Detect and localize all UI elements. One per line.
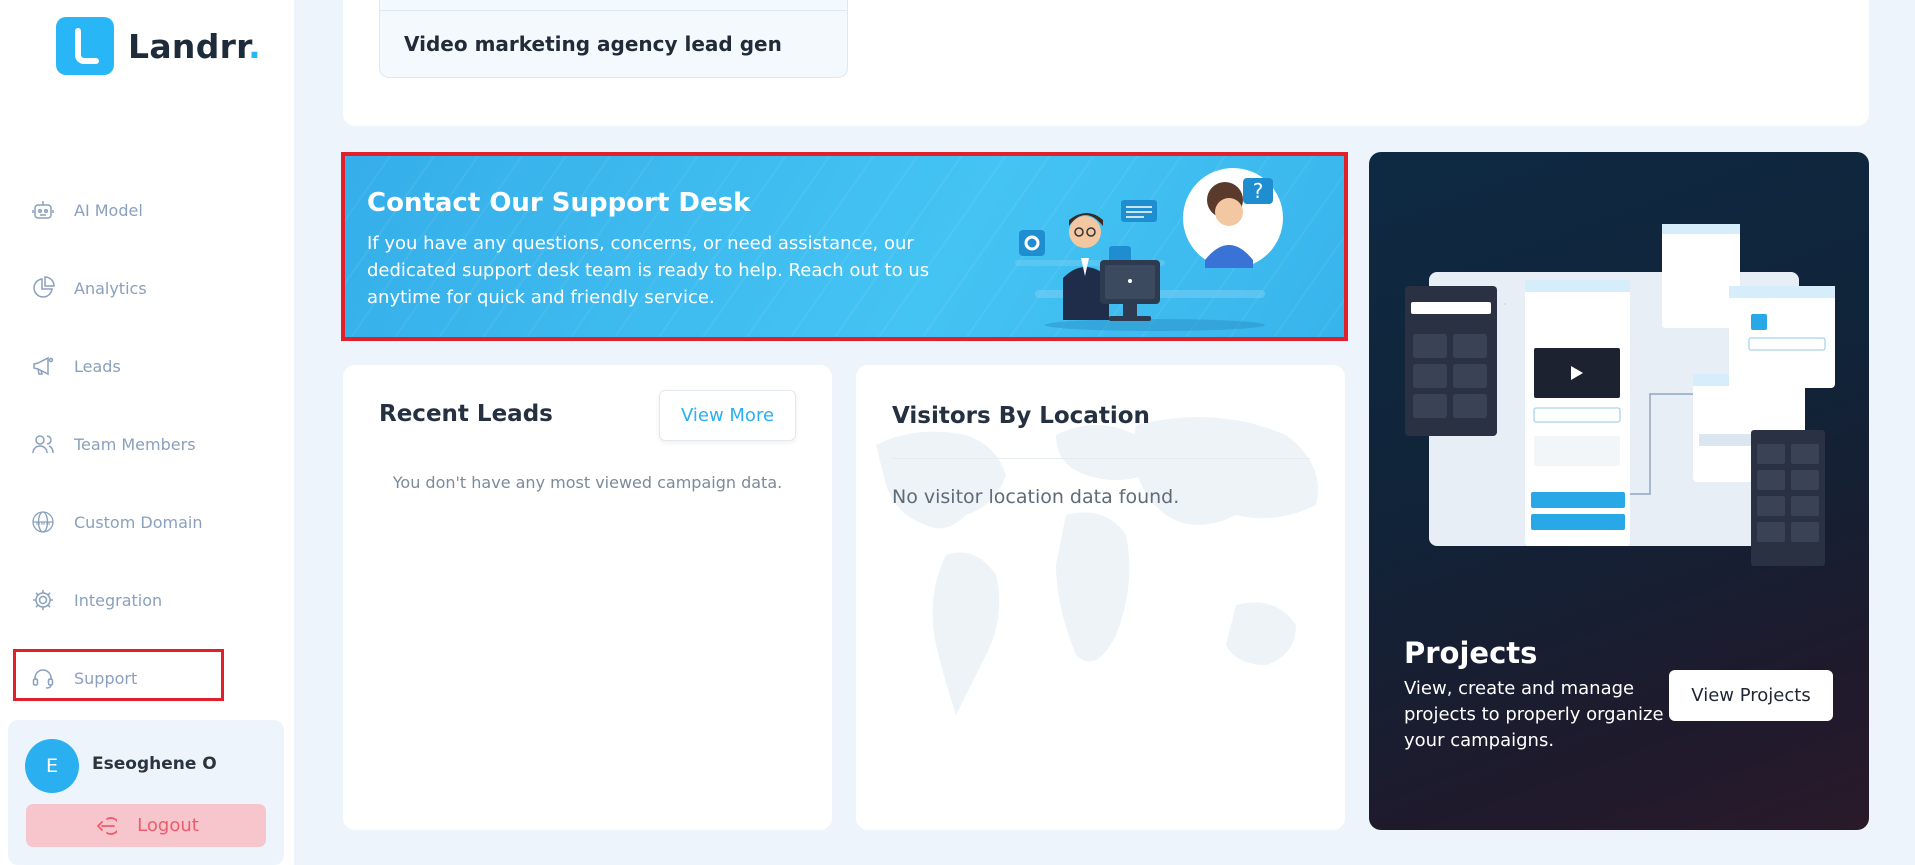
support-highlight <box>13 649 224 701</box>
view-projects-button[interactable]: View Projects <box>1669 670 1833 721</box>
projects-text: View, create and manage projects to prop… <box>1404 678 1664 751</box>
logout-icon <box>97 816 118 835</box>
logout-button[interactable]: Logout <box>26 804 266 847</box>
pie-chart-icon <box>30 275 56 301</box>
sidebar-item-label: AI Model <box>74 200 143 220</box>
workflow-builder-illustration <box>1405 224 1835 566</box>
sidebar-item-analytics[interactable]: Analytics <box>30 270 260 306</box>
megaphone-icon <box>30 353 56 379</box>
user-card: E Eseoghene O Logout <box>8 720 284 865</box>
avatar[interactable]: E <box>25 739 79 793</box>
support-banner[interactable]: Contact Our Support Desk If you have any… <box>341 152 1348 341</box>
sidebar-item-integration[interactable]: Integration <box>30 582 260 618</box>
campaign-title: Video marketing agency lead gen <box>404 32 782 56</box>
sidebar-item-custom-domain[interactable]: www Custom Domain <box>30 504 260 540</box>
sidebar: Landrr. AI Model Analytics Leads Team Me… <box>0 0 294 865</box>
robot-icon <box>30 197 56 223</box>
banner-text: If you have any questions, concerns, or … <box>367 233 930 308</box>
projects-card: Projects View, create and manage project… <box>1369 152 1869 830</box>
sidebar-item-leads[interactable]: Leads <box>30 348 260 384</box>
svg-text:www: www <box>36 520 51 527</box>
visitors-title: Visitors By Location <box>892 403 1150 429</box>
sidebar-item-label: Custom Domain <box>74 512 203 532</box>
brand-name: Landrr. <box>128 26 261 66</box>
visitors-by-location-panel: Visitors By Location No visitor location… <box>856 365 1345 830</box>
projects-title: Projects <box>1404 636 1538 670</box>
sidebar-item-team-members[interactable]: Team Members <box>30 426 260 462</box>
visitors-empty-text: No visitor location data found. <box>892 486 1180 508</box>
users-icon <box>30 431 56 457</box>
recent-leads-title: Recent Leads <box>379 401 553 427</box>
sidebar-item-ai-model[interactable]: AI Model <box>30 192 260 228</box>
world-map-background <box>876 417 1318 715</box>
banner-title: Contact Our Support Desk <box>367 188 751 218</box>
svg-text:?: ? <box>1253 179 1264 203</box>
sidebar-item-label: Leads <box>74 356 121 376</box>
sidebar-item-label: Integration <box>74 590 163 610</box>
landrr-logo-icon <box>56 17 114 75</box>
campaigns-card: Video marketing agency lead gen <box>343 0 1869 126</box>
user-name: Eseoghene O <box>92 754 217 774</box>
sidebar-item-label: Team Members <box>74 434 196 454</box>
divider <box>892 458 1310 459</box>
campaign-item[interactable]: Video marketing agency lead gen <box>379 0 848 78</box>
support-agent-illustration: ? <box>1015 168 1283 331</box>
logout-label: Logout <box>137 815 199 836</box>
view-more-button[interactable]: View More <box>659 390 796 441</box>
gear-icon <box>30 587 56 613</box>
recent-leads-empty-text: You don't have any most viewed campaign … <box>392 473 783 492</box>
globe-www-icon: www <box>30 509 56 535</box>
brand-logo[interactable]: Landrr. <box>56 17 261 75</box>
sidebar-item-label: Analytics <box>74 278 147 298</box>
divider <box>380 10 847 11</box>
recent-leads-panel: Recent Leads View More You don't have an… <box>343 365 832 830</box>
